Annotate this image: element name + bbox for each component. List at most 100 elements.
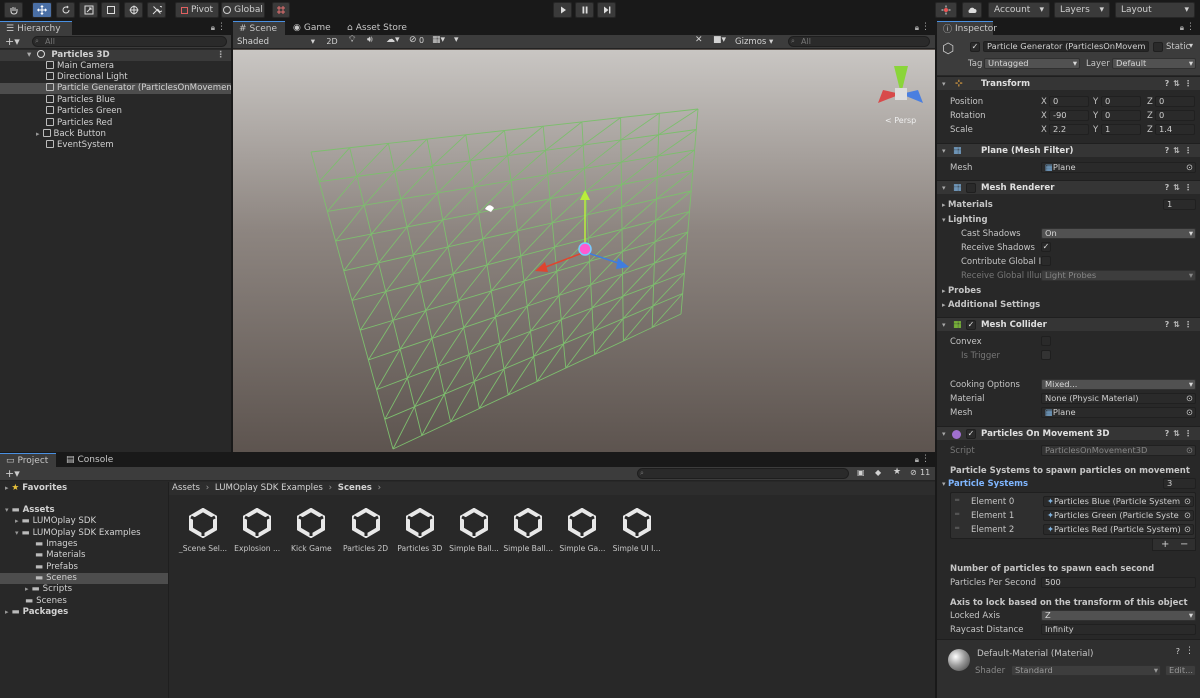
hierarchy-item[interactable]: Main Camera [0, 61, 231, 72]
lock-icon[interactable]: 🔒︎ [915, 23, 919, 33]
shader-dropdown[interactable]: Standard ▾ [1011, 665, 1161, 676]
rot-y-field[interactable]: 0 [1101, 110, 1141, 121]
receive-shadows-checkbox[interactable]: ✓ [1041, 242, 1051, 252]
2d-toggle[interactable]: 2D [323, 36, 341, 48]
hidden-packages-icon[interactable]: ⊘ [910, 468, 917, 477]
shading-mode-dropdown[interactable]: Shaded ▾ [235, 36, 317, 48]
particles-per-second-field[interactable]: 500 [1041, 577, 1196, 588]
pos-x-field[interactable]: 0 [1049, 96, 1089, 107]
tab-project[interactable]: ▭ Project [0, 453, 56, 467]
scene-asset[interactable]: Kick Game [284, 508, 338, 553]
pos-z-field[interactable]: 0 [1155, 96, 1195, 107]
element-object-field[interactable]: ✦Particles Red (Particle System) ⊙ [1043, 524, 1194, 535]
create-add-button[interactable]: +▾ [5, 35, 20, 48]
tree-assets[interactable]: ▾ ▬ Assets [0, 505, 168, 516]
lock-icon[interactable]: 🔒︎ [1180, 23, 1184, 33]
hidden-objects-icon[interactable]: ⊘ [409, 35, 417, 45]
particle-systems-foldout[interactable]: ▾ Particle Systems [942, 479, 1028, 489]
mesh-collider-enabled-checkbox[interactable]: ✓ [966, 320, 976, 330]
more-menu-icon[interactable]: ⋮ [921, 22, 930, 32]
cooking-options-dropdown[interactable]: Mixed... ▾ [1041, 379, 1196, 390]
particles-component-header[interactable]: ▾ ✓ Particles On Movement 3D ?⇅⋮ [937, 426, 1200, 440]
cloud-button[interactable] [962, 2, 982, 18]
grid-snap-button[interactable] [272, 2, 290, 18]
camera-icon[interactable]: ■▾ [713, 35, 726, 45]
tree-folder-selected[interactable]: ▬ Scenes [0, 573, 168, 585]
materials-count-field[interactable]: 1 [1163, 199, 1196, 210]
more-menu-icon[interactable]: ⋮ [921, 454, 930, 464]
layer-dropdown[interactable]: Default ▾ [1112, 58, 1196, 69]
custom-tool-button[interactable] [147, 2, 166, 18]
remove-element-button[interactable]: − [1180, 539, 1188, 550]
scl-x-field[interactable]: 2.2 [1049, 124, 1089, 135]
gizmos-dropdown[interactable]: Gizmos ▾ [735, 36, 783, 48]
object-picker-icon[interactable]: ⊙ [1184, 525, 1191, 534]
list-item[interactable]: ═ Element 2 ✦Particles Red (Particle Sys… [951, 523, 1197, 536]
lighting-toggle-icon[interactable]: 💡︎ [349, 35, 355, 45]
scene-asset[interactable]: _Scene Sel... [176, 508, 230, 553]
tab-game[interactable]: ◉ Game [287, 21, 337, 35]
account-dropdown[interactable]: Account ▾ [988, 2, 1050, 18]
add-element-button[interactable]: + [1161, 539, 1169, 550]
axis-label-z[interactable]: Z [1147, 111, 1153, 121]
mesh-renderer-header[interactable]: ▾ ▦ Mesh Renderer ?⇅⋮ [937, 180, 1200, 194]
static-dropdown-icon[interactable]: ▾ [1189, 41, 1193, 50]
hierarchy-item[interactable]: Particles Green [0, 106, 231, 117]
hierarchy-item[interactable]: Particles Red [0, 118, 231, 129]
axis-label-z[interactable]: Z [1147, 97, 1153, 107]
project-search-input[interactable]: ⌕ [637, 468, 849, 479]
physic-material-field[interactable]: None (Physic Material) ⊙ [1041, 393, 1196, 404]
component-header-icons[interactable]: ?⇅⋮ [1165, 318, 1196, 332]
object-picker-icon[interactable]: ⊙ [1186, 163, 1193, 172]
effects-toggle-icon[interactable]: ☁▾ [386, 35, 400, 45]
scene-asset[interactable]: Explosion ... [230, 508, 284, 553]
drag-handle-icon[interactable]: ═ [955, 524, 959, 532]
more-menu-icon[interactable]: ⋮ [217, 22, 226, 32]
list-item[interactable]: ═ Element 0 ✦Particles Blue (Particle Sy… [951, 495, 1197, 508]
breadcrumb-item[interactable]: Scenes [338, 483, 372, 493]
scene-asset[interactable]: Particles 3D [393, 508, 447, 553]
mesh-renderer-enabled-checkbox[interactable] [966, 183, 976, 193]
axis-label-y[interactable]: Y [1093, 125, 1098, 135]
object-picker-icon[interactable]: ⊙ [1186, 408, 1193, 417]
hierarchy-item-selected[interactable]: Particle Generator (ParticlesOnMovement3 [0, 83, 231, 95]
raycast-distance-field[interactable]: Infinity [1041, 624, 1196, 635]
scene-asset[interactable]: Simple Ball... [447, 508, 501, 553]
tree-folder[interactable]: ▬ Materials [0, 550, 168, 561]
hierarchy-item[interactable]: Directional Light [0, 72, 231, 83]
collider-mesh-field[interactable]: ▦Plane ⊙ [1041, 407, 1196, 418]
breadcrumb-item[interactable]: LUMOplay SDK Examples [215, 483, 323, 493]
help-icon[interactable]: ? [1176, 647, 1180, 656]
more-menu-icon[interactable]: ⋮ [1186, 22, 1195, 32]
particle-systems-count-field[interactable]: 3 [1163, 478, 1196, 489]
layers-dropdown[interactable]: Layers ▾ [1054, 2, 1110, 18]
global-toggle[interactable]: Global [221, 2, 265, 18]
axis-label-x[interactable]: X [1041, 97, 1047, 107]
hierarchy-search-input[interactable]: ⌕ All [32, 36, 227, 47]
convex-checkbox[interactable] [1041, 336, 1051, 346]
cast-shadows-dropdown[interactable]: On ▾ [1041, 228, 1196, 239]
object-name-field[interactable]: Particle Generator (ParticlesOnMovem [983, 41, 1149, 52]
materials-foldout[interactable]: ▸ Materials [942, 200, 993, 210]
object-picker-icon[interactable]: ⊙ [1184, 511, 1191, 520]
object-picker-icon[interactable]: ⊙ [1186, 394, 1193, 403]
axis-label-y[interactable]: Y [1093, 97, 1098, 107]
static-checkbox[interactable] [1153, 42, 1163, 52]
edit-shader-button[interactable]: Edit... [1165, 665, 1196, 676]
hierarchy-item[interactable]: ▸ Back Button [0, 129, 231, 140]
audio-toggle-icon[interactable]: 🔊︎ [367, 35, 373, 45]
lock-icon[interactable]: 🔒︎ [915, 455, 919, 465]
scl-z-field[interactable]: 1.4 [1155, 124, 1195, 135]
mesh-collider-header[interactable]: ▾ ▦ ✓ Mesh Collider ?⇅⋮ [937, 317, 1200, 331]
object-picker-icon[interactable]: ⊙ [1184, 497, 1191, 506]
element-object-field[interactable]: ✦Particles Green (Particle Syste ⊙ [1043, 510, 1194, 521]
transform-header[interactable]: ▾ ⊹ Transform ?⇅⋮ [937, 76, 1200, 90]
scene-viewport[interactable]: < Persp [233, 50, 935, 452]
axis-label-x[interactable]: X [1041, 111, 1047, 121]
drag-handle-icon[interactable]: ═ [955, 496, 959, 504]
layout-dropdown[interactable]: Layout ▾ [1115, 2, 1195, 18]
locked-axis-dropdown[interactable]: Z ▾ [1041, 610, 1196, 621]
axis-label-x[interactable]: X [1041, 125, 1047, 135]
play-button[interactable] [553, 2, 572, 18]
scene-menu-icon[interactable]: ⋮ [216, 50, 225, 61]
